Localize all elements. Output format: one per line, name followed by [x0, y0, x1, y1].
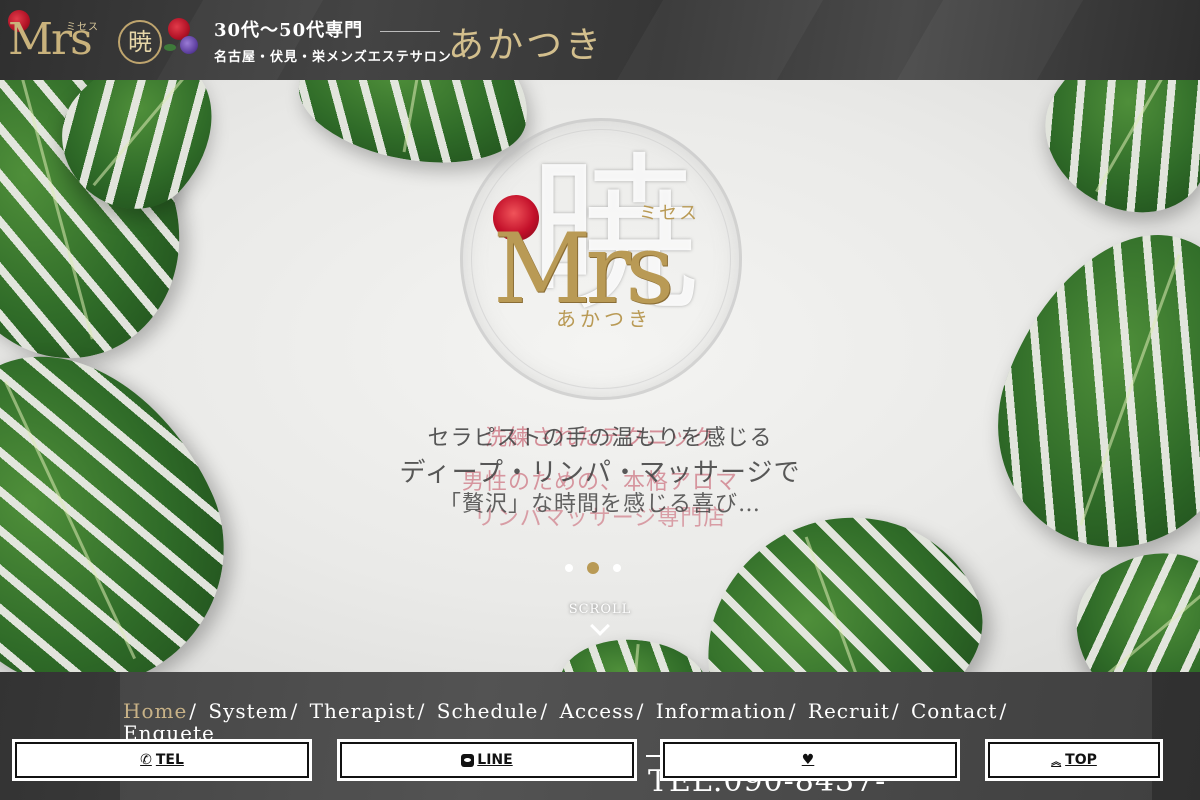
double-chevron-up-icon: ︽	[1051, 756, 1062, 768]
tel-button[interactable]: ✆ TEL	[12, 739, 312, 781]
line-icon	[461, 753, 475, 767]
site-logo[interactable]: Mrs ミセス 暁	[8, 10, 168, 68]
nav-separator: /	[417, 699, 425, 723]
back-to-top-button[interactable]: ︽ TOP	[985, 739, 1163, 781]
nav-separator: /	[189, 699, 197, 723]
nav-schedule[interactable]: Schedule	[437, 699, 539, 723]
emblem-subtitle: あかつき	[556, 307, 652, 331]
nav-separator: /	[788, 699, 796, 723]
slider-dot[interactable]	[613, 564, 621, 572]
leaf-icon	[164, 44, 176, 51]
leaf-decoration	[556, 633, 714, 672]
header-decoration	[885, 0, 1095, 80]
scroll-label: SCROLL	[568, 602, 632, 617]
slider-pagination	[565, 562, 621, 574]
nav-contact[interactable]: Contact	[911, 699, 997, 723]
top-button-label: TOP	[1065, 752, 1097, 768]
hero-copy-line: 「贅沢」な時間を感じる喜び…	[438, 492, 761, 517]
hero-slider: 暁 Mrs ミセス あかつき 洗練されたテクニック セラピストの手の温もりを感じ…	[0, 80, 1200, 672]
global-nav: Home / System / Therapist / Schedule / Acces…	[123, 700, 1083, 744]
line-button-label: LINE	[477, 752, 513, 768]
hero-copy-line: ディープ・リンパ・マッサージで	[399, 458, 801, 488]
site-title: あかつき	[448, 25, 605, 66]
site-header: Mrs ミセス 暁 30代～50代専門 名古屋・伏見・栄メンズエステサロン あか…	[0, 0, 1200, 80]
slider-dot[interactable]	[565, 564, 573, 572]
tel-button-label: TEL	[155, 752, 184, 768]
favorite-button[interactable]: ♥	[660, 739, 960, 781]
header-decoration	[605, 0, 835, 80]
hero-copy-line: セラピストの手の温もりを感じる	[427, 426, 773, 451]
nav-home[interactable]: Home	[123, 699, 187, 723]
line-button[interactable]: LINE	[337, 739, 637, 781]
nav-therapist[interactable]: Therapist	[310, 699, 416, 723]
tagline: 30代～50代専門 名古屋・伏見・栄メンズエステサロン	[214, 16, 452, 65]
tagline-top: 30代～50代専門	[214, 16, 452, 42]
heart-icon: ♥	[801, 752, 815, 768]
nav-system[interactable]: System	[208, 699, 288, 723]
nav-recruit[interactable]: Recruit	[808, 699, 890, 723]
phone-icon: ✆	[140, 752, 152, 768]
nav-separator: /	[540, 699, 548, 723]
slider-dot-active[interactable]	[587, 562, 599, 574]
nav-separator: /	[290, 699, 298, 723]
brand-emblem: 暁 Mrs ミセス あかつき	[460, 118, 742, 400]
nav-separator: /	[636, 699, 644, 723]
tagline-top-text: 30代～50代専門	[214, 20, 364, 41]
logo-kanji-circle: 暁	[118, 20, 162, 64]
nav-separator: /	[891, 699, 899, 723]
chevron-down-icon	[590, 616, 610, 636]
scroll-indicator[interactable]: SCROLL	[540, 602, 660, 636]
nav-separator: /	[999, 699, 1007, 723]
emblem-kana: ミセス	[639, 203, 699, 224]
tagline-bottom: 名古屋・伏見・栄メンズエステサロン	[214, 50, 452, 65]
leaf-decoration	[1018, 80, 1200, 242]
nav-access[interactable]: Access	[559, 699, 634, 723]
flower-icon	[180, 36, 198, 54]
nav-information[interactable]: Information	[656, 699, 787, 723]
divider	[380, 30, 441, 32]
logo-kana: ミセス	[66, 22, 99, 33]
